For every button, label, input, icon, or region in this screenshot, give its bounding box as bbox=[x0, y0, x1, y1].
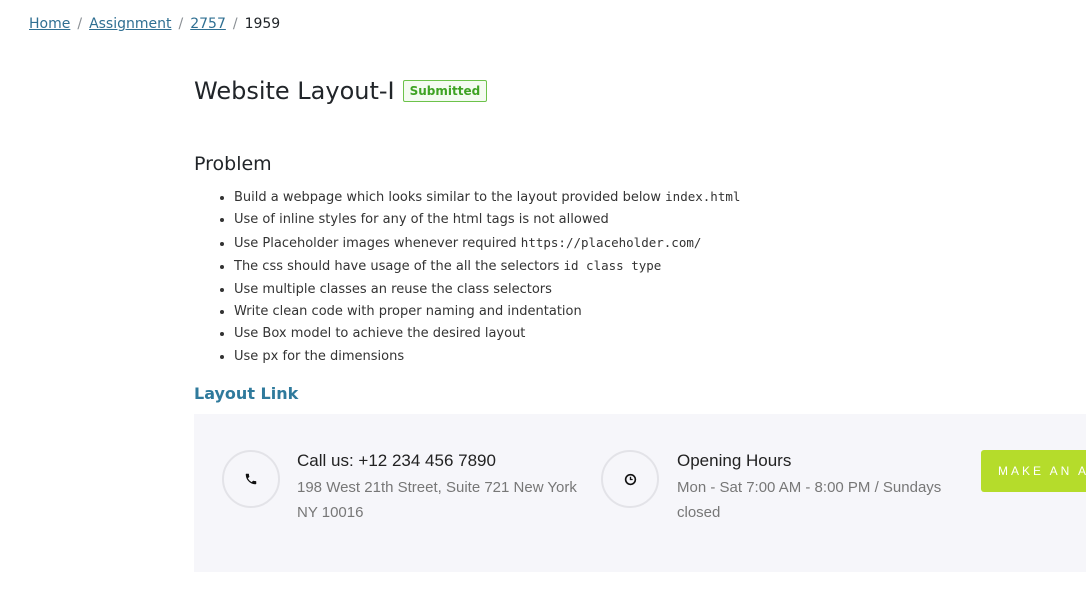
title-row: Website Layout-I Submitted bbox=[194, 76, 488, 106]
breadcrumb-separator: / bbox=[232, 16, 238, 32]
list-item-text: Use Placeholder images whenever required bbox=[234, 235, 521, 251]
list-item: Use px for the dimensions bbox=[234, 346, 740, 368]
breadcrumb-separator: / bbox=[77, 16, 83, 32]
list-item: Use Box model to achieve the desired lay… bbox=[234, 323, 740, 345]
layout-preview-panel: Call us: +12 234 456 7890 198 West 21th … bbox=[194, 414, 1086, 572]
list-item: Use Placeholder images whenever required… bbox=[234, 232, 740, 255]
list-item-text: The css should have usage of the all the… bbox=[234, 259, 564, 275]
list-item-text: Use of inline styles for any of the html… bbox=[234, 212, 609, 228]
hours-title: Opening Hours bbox=[677, 451, 792, 470]
list-item: Use multiple classes an reuse the class … bbox=[234, 279, 740, 301]
clock-icon-circle bbox=[601, 450, 659, 508]
breadcrumb-home-link[interactable]: Home bbox=[29, 16, 70, 32]
breadcrumb-current: 1959 bbox=[244, 16, 281, 32]
call-address-line-2: NY 10016 bbox=[297, 504, 364, 521]
call-address-line-1: 198 West 21th Street, Suite 721 New York bbox=[297, 479, 577, 496]
clock-icon bbox=[624, 473, 636, 485]
breadcrumb-assignment-id-link[interactable]: 2757 bbox=[190, 16, 226, 32]
call-title: Call us: +12 234 456 7890 bbox=[297, 451, 496, 470]
problem-list: Build a webpage which looks similar to t… bbox=[194, 186, 740, 368]
hours-line-2: closed bbox=[677, 504, 721, 521]
make-appointment-button[interactable]: MAKE AN APPOINTMENT bbox=[981, 450, 1086, 492]
list-item-text: Use px for the dimensions bbox=[234, 348, 405, 364]
breadcrumb: Home / Assignment / 2757 / 1959 bbox=[29, 15, 280, 33]
list-item: Write clean code with proper naming and … bbox=[234, 301, 740, 323]
list-item-code: id class type bbox=[563, 258, 662, 274]
list-item: Use of inline styles for any of the html… bbox=[234, 209, 740, 231]
call-info: Call us: +12 234 456 7890 198 West 21th … bbox=[297, 450, 577, 525]
breadcrumb-assignment-link[interactable]: Assignment bbox=[89, 16, 171, 32]
problem-heading: Problem bbox=[194, 153, 272, 175]
list-item: Build a webpage which looks similar to t… bbox=[234, 186, 740, 209]
list-item-text: Use multiple classes an reuse the class … bbox=[234, 281, 552, 297]
layout-link[interactable]: Layout Link bbox=[194, 384, 298, 403]
phone-icon bbox=[245, 473, 257, 485]
status-badge: Submitted bbox=[402, 80, 488, 102]
list-item-text: Write clean code with proper naming and … bbox=[234, 304, 582, 320]
page-title: Website Layout-I bbox=[194, 77, 395, 105]
phone-icon-circle bbox=[222, 450, 280, 508]
list-item-text: Use Box model to achieve the desired lay… bbox=[234, 326, 526, 342]
hours-info: Opening Hours Mon - Sat 7:00 AM - 8:00 P… bbox=[677, 450, 941, 525]
list-item-text: Build a webpage which looks similar to t… bbox=[234, 190, 666, 205]
list-item: The css should have usage of the all the… bbox=[234, 255, 740, 278]
hours-line-1: Mon - Sat 7:00 AM - 8:00 PM / Sundays bbox=[677, 479, 942, 496]
list-item-code: https://placeholder.com/ bbox=[520, 234, 702, 250]
breadcrumb-separator: / bbox=[178, 16, 184, 32]
list-item-code: index.html bbox=[665, 189, 741, 204]
